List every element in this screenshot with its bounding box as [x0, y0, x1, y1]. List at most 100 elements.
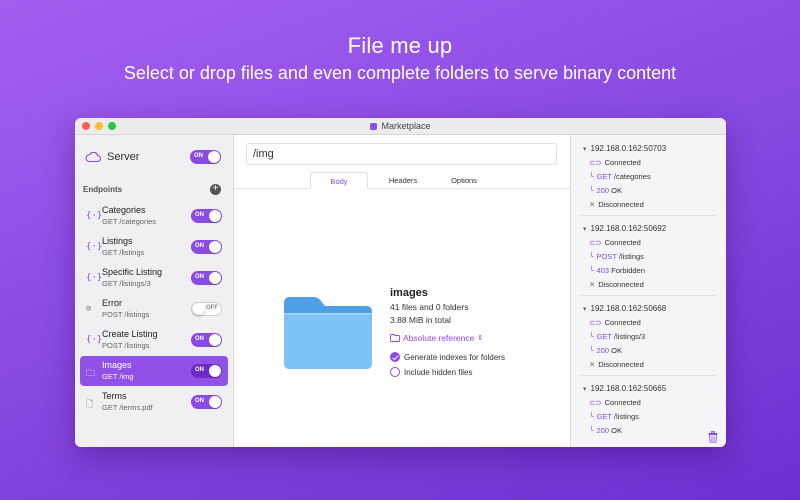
branch-icon: ╰: [589, 412, 594, 421]
sidebar: Server ON Endpoints + {·} Categories GET…: [75, 135, 234, 447]
include-hidden-checkbox[interactable]: Include hidden files: [390, 367, 505, 377]
divider: [581, 215, 716, 216]
branch-icon: ╰: [589, 332, 594, 341]
endpoint-toggle[interactable]: OFF: [191, 302, 222, 316]
endpoint-route: GET /terms.pdf: [102, 403, 153, 412]
endpoint-terms[interactable]: 🗋 Terms GET /terms.pdf ON: [80, 387, 228, 417]
event-request: ╰ POST /listings: [589, 252, 644, 261]
branch-icon: ╰: [589, 426, 594, 435]
link-icon: ⊂⊃: [589, 238, 602, 247]
connection-address: 192.168.0.162:50668: [583, 304, 667, 313]
endpoint-specific-listing[interactable]: {·} Specific Listing GET /listings/3 ON: [80, 263, 228, 293]
endpoint-name: Terms: [102, 391, 127, 401]
headline: File me up: [347, 33, 453, 58]
generate-indexes-checkbox[interactable]: Generate indexes for folders: [390, 352, 505, 362]
endpoint-route: GET /img: [102, 372, 134, 381]
endpoint-name: Create Listing: [102, 329, 158, 339]
cloud-icon: [85, 152, 101, 162]
endpoint-editor: Body Headers Options images 41 files and…: [234, 135, 571, 447]
endpoint-create-listing[interactable]: {·} Create Listing POST /listings ON: [80, 325, 228, 355]
add-endpoint-button[interactable]: +: [210, 184, 221, 195]
folder-counts: 41 files and 0 folders: [390, 302, 469, 312]
checkbox-unchecked-icon: [390, 367, 400, 377]
folder-outline-icon: [390, 334, 400, 342]
branch-icon: ╰: [589, 252, 594, 261]
endpoint-route: POST /listings: [102, 310, 150, 319]
event-disconnected: ✕ Disconnected: [589, 280, 644, 289]
trash-icon[interactable]: [708, 431, 718, 443]
endpoints-header: Endpoints: [83, 185, 123, 194]
event-request: ╰ GET /listings/3: [589, 332, 646, 341]
folder-icon[interactable]: [280, 293, 376, 373]
divider: [581, 295, 716, 296]
app-window: Marketplace Server ON Endpoints + {·} Ca…: [75, 118, 726, 447]
endpoint-name: Specific Listing: [102, 267, 163, 277]
updown-chevron-icon: ⇕: [477, 335, 484, 342]
braces-icon: {·}: [86, 242, 103, 252]
endpoint-toggle[interactable]: ON: [191, 364, 222, 378]
server-toggle[interactable]: ON: [190, 150, 221, 164]
event-request: ╰ GET /listings: [589, 412, 639, 421]
endpoint-listings[interactable]: {·} Listings GET /listings ON: [80, 232, 228, 262]
title-bar: Marketplace: [75, 118, 726, 135]
x-icon: ✕: [589, 280, 596, 289]
subheadline: Select or drop files and even complete f…: [123, 63, 677, 83]
endpoint-name: Listings: [102, 236, 133, 246]
event-response: ╰ 200 OK: [589, 186, 622, 195]
endpoint-categories[interactable]: {·} Categories GET /categories ON: [80, 201, 228, 231]
endpoint-route: GET /listings/3: [102, 279, 151, 288]
event-response: ╰ 200 OK: [589, 426, 622, 435]
event-disconnected: ✕ Disconnected: [589, 200, 644, 209]
endpoint-toggle[interactable]: ON: [191, 209, 222, 223]
checkbox-checked-icon: [390, 352, 400, 362]
folder-name: images: [390, 287, 428, 299]
link-icon: ⊂⊃: [589, 158, 602, 167]
include-hidden-label: Include hidden files: [404, 367, 473, 377]
endpoint-toggle[interactable]: ON: [191, 240, 222, 254]
branch-icon: ╰: [589, 172, 594, 181]
path-input[interactable]: [246, 143, 557, 165]
endpoint-toggle[interactable]: ON: [191, 333, 222, 347]
event-response: ╰ 403 Forbidden: [589, 266, 645, 275]
generate-indexes-label: Generate indexes for folders: [404, 352, 505, 362]
reference-popup[interactable]: Absolute reference ⇕: [390, 333, 505, 343]
x-icon: ✕: [589, 200, 596, 209]
event-disconnected: ✕ Disconnected: [589, 360, 644, 369]
link-icon: ⊂⊃: [589, 318, 602, 327]
folder-details: images 41 files and 0 folders 3.88 MiB i…: [390, 287, 505, 377]
endpoint-route: GET /categories: [102, 217, 157, 226]
prohibited-icon: ⊘: [86, 304, 92, 314]
server-row: Server ON: [85, 149, 221, 165]
connection-address: 192.168.0.162:50665: [583, 384, 667, 393]
event-connected: ⊂⊃ Connected: [589, 318, 641, 327]
tab-bar: Body Headers Options: [234, 172, 570, 189]
event-connected: ⊂⊃ Connected: [589, 238, 641, 247]
endpoint-toggle[interactable]: ON: [191, 271, 222, 285]
endpoint-name: Categories: [102, 205, 146, 215]
endpoint-error[interactable]: ⊘ Error POST /listings OFF: [80, 294, 228, 324]
endpoint-route: GET /listings: [102, 248, 145, 257]
link-icon: ⊂⊃: [589, 398, 602, 407]
tab-options[interactable]: Options: [436, 172, 492, 189]
server-label: Server: [107, 151, 140, 163]
endpoint-images[interactable]: 🗀 Images GET /img ON: [80, 356, 228, 386]
folder-icon: 🗀: [86, 369, 96, 379]
event-response: ╰ 200 OK: [589, 346, 622, 355]
braces-icon: {·}: [86, 211, 103, 221]
tab-headers[interactable]: Headers: [376, 172, 430, 189]
window-title: Marketplace: [75, 121, 726, 131]
braces-icon: {·}: [86, 335, 103, 345]
window-title-text: Marketplace: [381, 121, 431, 131]
event-request: ╰ GET /categories: [589, 172, 651, 181]
app-icon: [370, 123, 378, 130]
tab-body[interactable]: Body: [310, 172, 368, 189]
branch-icon: ╰: [589, 266, 594, 275]
endpoint-toggle[interactable]: ON: [191, 395, 222, 409]
branch-icon: ╰: [589, 346, 594, 355]
endpoint-name: Error: [102, 298, 122, 308]
document-icon: 🗋: [86, 400, 94, 410]
divider: [581, 375, 716, 376]
event-connected: ⊂⊃ Connected: [589, 158, 641, 167]
endpoint-route: POST /listings: [102, 341, 150, 350]
folder-size: 3.88 MiB in total: [390, 315, 451, 325]
